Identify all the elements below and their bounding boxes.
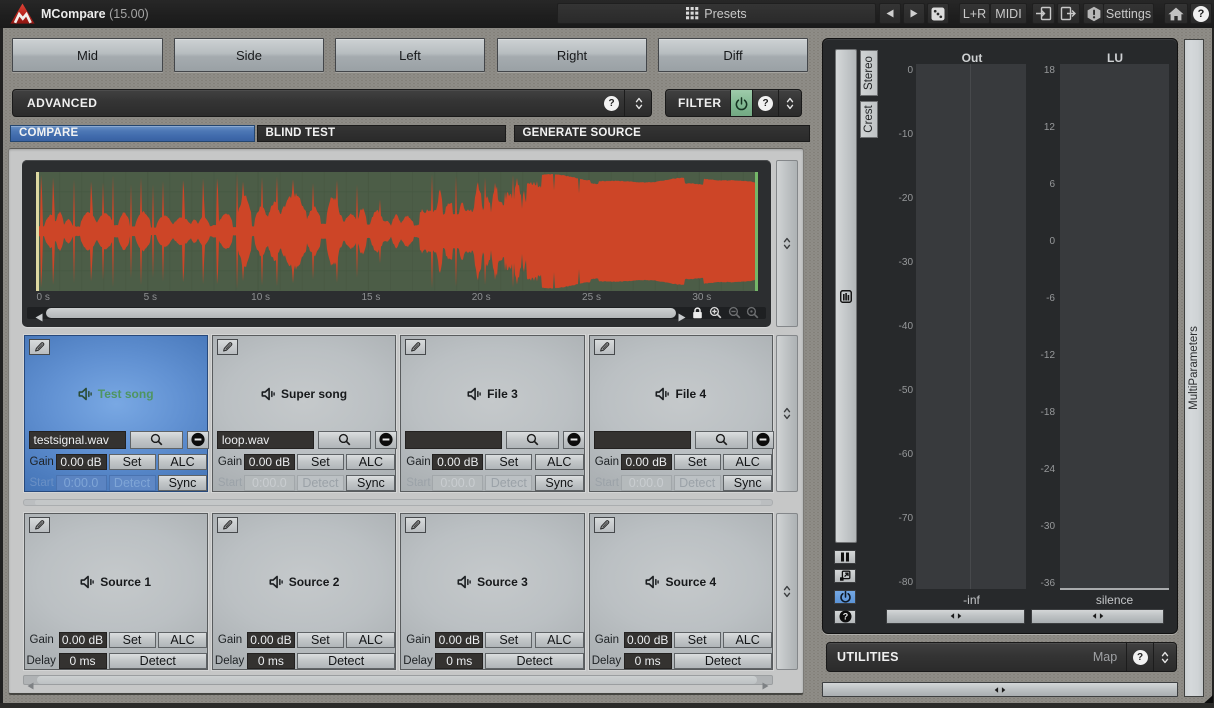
svg-text:?: ?	[842, 612, 848, 622]
